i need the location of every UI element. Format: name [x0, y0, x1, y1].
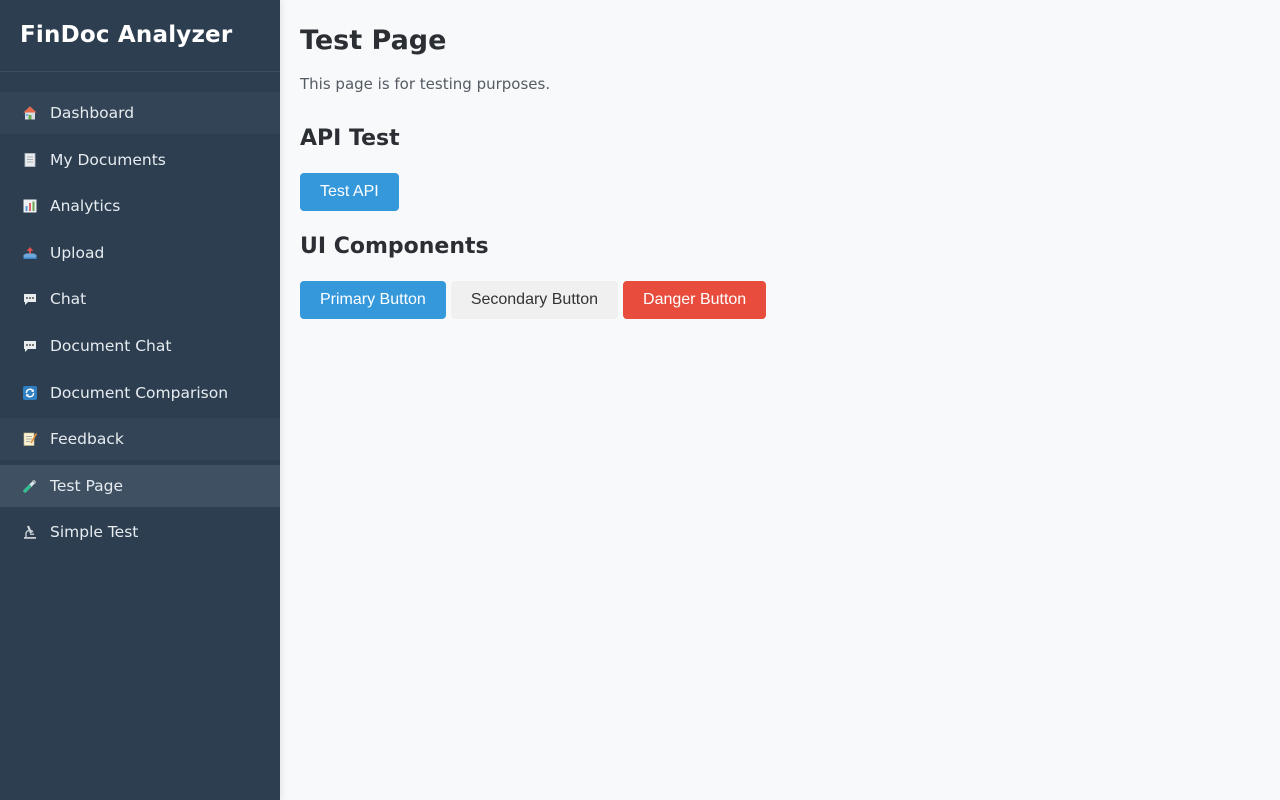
sidebar-item-document-comparison[interactable]: Document Comparison: [0, 372, 280, 414]
sidebar-item-label: Document Comparison: [50, 383, 229, 402]
sidebar-item-label: Upload: [50, 243, 105, 262]
microscope-icon: [22, 524, 38, 540]
sidebar-item-feedback[interactable]: Feedback: [0, 418, 280, 460]
arrows-cycle-icon: [22, 385, 38, 401]
sidebar-item-document-chat[interactable]: Document Chat: [0, 325, 280, 367]
sidebar-item-label: Chat: [50, 290, 87, 309]
test-api-button[interactable]: Test API: [300, 173, 399, 211]
app-brand: FinDoc Analyzer: [0, 0, 280, 72]
sidebar-item-test-page[interactable]: Test Page: [0, 464, 280, 507]
outbox-tray-icon: [22, 245, 38, 261]
sidebar-item-label: Simple Test: [50, 523, 139, 542]
speech-bubble-icon: [22, 338, 38, 354]
test-tube-icon: [22, 478, 38, 494]
sidebar-item-label: My Documents: [50, 150, 166, 169]
page-title: Test Page: [300, 25, 447, 56]
ui-components-section: UI Components Primary Button Secondary B…: [300, 233, 1260, 319]
sidebar-item-dashboard[interactable]: Dashboard: [0, 92, 280, 134]
sidebar-item-label: Document Chat: [50, 336, 172, 355]
sidebar-item-chat[interactable]: Chat: [0, 278, 280, 320]
sidebar-item-upload[interactable]: Upload: [0, 232, 280, 274]
secondary-button[interactable]: Secondary Button: [450, 281, 619, 319]
sidebar: FinDoc Analyzer Dashboard My Documents A…: [0, 0, 280, 800]
sidebar-item-simple-test[interactable]: Simple Test: [0, 511, 280, 553]
memo-icon: [22, 431, 38, 447]
sidebar-item-label: Analytics: [50, 197, 121, 216]
button-row: Primary Button Secondary Button Danger B…: [300, 281, 1260, 319]
api-test-heading: API Test: [300, 126, 400, 151]
sidebar-item-label: Dashboard: [50, 104, 135, 122]
primary-button[interactable]: Primary Button: [300, 281, 446, 319]
page-icon: [22, 152, 38, 168]
bar-chart-icon: [22, 198, 38, 214]
app-root: FinDoc Analyzer Dashboard My Documents A…: [0, 0, 1280, 800]
ui-components-heading: UI Components: [300, 234, 489, 259]
sidebar-item-my-documents[interactable]: My Documents: [0, 139, 280, 181]
danger-button[interactable]: Danger Button: [623, 281, 767, 319]
sidebar-item-label: Test Page: [50, 476, 123, 495]
api-test-section: API Test Test API: [300, 125, 1260, 211]
main-content: Test Page This page is for testing purpo…: [280, 0, 1280, 800]
page-description: This page is for testing purposes.: [300, 75, 551, 93]
sidebar-item-analytics[interactable]: Analytics: [0, 185, 280, 227]
speech-bubble-icon: [22, 291, 38, 307]
sidebar-item-label: Feedback: [50, 430, 124, 449]
sidebar-nav: Dashboard My Documents Analytics Upload …: [0, 92, 280, 553]
house-icon: [22, 105, 38, 121]
